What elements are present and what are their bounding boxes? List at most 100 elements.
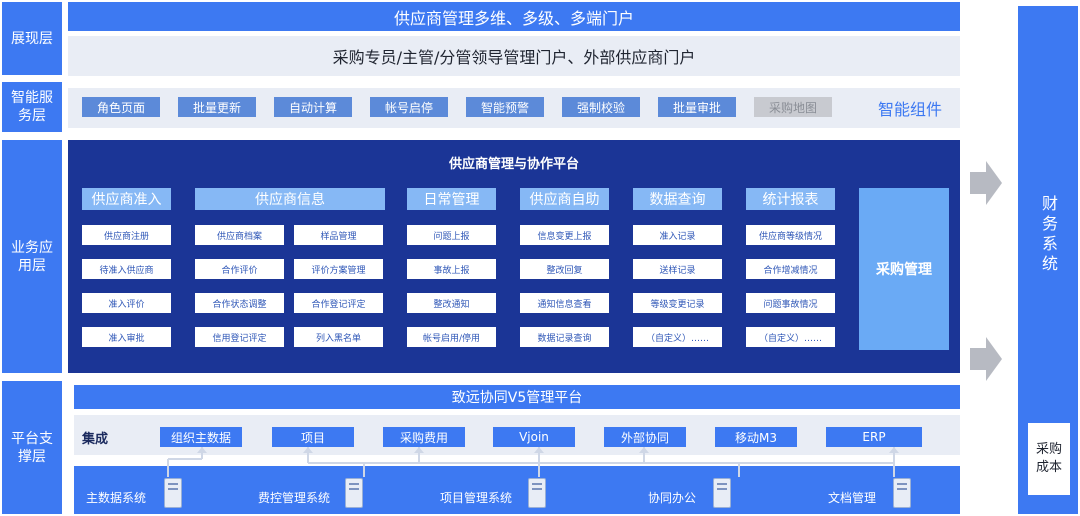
module-item-label: 信用登记评定 [212, 333, 267, 344]
system-label-document-management: 文档管理 [828, 488, 888, 506]
integration-label-text: 集成 [82, 431, 109, 447]
integration-chip-label: 组织主数据 [170, 430, 231, 445]
integration-chip-erp: ERP [826, 427, 922, 447]
arrow-to-finance-lower-body [970, 348, 986, 370]
smart-chip-procurement-map: 采购地图 [754, 97, 832, 117]
platform-layer-text: 平台支撑层 [11, 430, 53, 465]
smart-chip-smart-alert: 智能预警 [466, 97, 544, 117]
system-label-text: 文档管理 [828, 490, 877, 505]
module-head-supplier-self-service: 供应商自助 [520, 188, 609, 210]
presentation-layer-text: 展现层 [11, 30, 53, 47]
portal-banner-text: 供应商管理多维、多级、多端门户 [393, 8, 634, 28]
smart-chip-label: 自动计算 [288, 100, 337, 115]
module-item-label: 评价方案管理 [311, 265, 366, 276]
module-head-label: 数据查询 [649, 192, 706, 208]
module-item-label: 帐号启用/停用 [422, 333, 481, 344]
module-item: 通知信息查看 [520, 293, 609, 313]
module-item: 信用登记评定 [195, 327, 284, 347]
module-item-label: 合作登记评定 [311, 299, 366, 310]
procurement-cost-box: 采购成本 [1028, 423, 1070, 495]
system-label-project-management: 项目管理系统 [440, 488, 530, 506]
module-item: 合作状态调整 [195, 293, 284, 313]
finance-system-label: 财务系统 [1018, 180, 1078, 290]
module-item-label: 送样记录 [659, 265, 696, 276]
smart-chip-label: 强制校验 [576, 100, 625, 115]
smart-chip-label: 批量审批 [672, 100, 721, 115]
business-platform-title: 供应商管理与协作平台 [68, 152, 960, 172]
business-layer-label: 业务应用层 [2, 140, 62, 373]
module-head-label: 供应商自助 [529, 192, 600, 208]
smart-chip-account-toggle: 帐号启停 [370, 97, 448, 117]
arrow-to-finance-upper-body [970, 172, 986, 194]
server-icon [164, 478, 182, 508]
module-item: 信息变更上报 [520, 225, 609, 245]
module-item-label: 样品管理 [320, 231, 357, 242]
module-item: 准入记录 [633, 225, 722, 245]
v5-platform-banner: 致远协同V5管理平台 [74, 385, 960, 409]
integration-chip-project: 项目 [272, 427, 354, 447]
server-icon [345, 478, 363, 508]
module-item: （自定义）…… [633, 327, 722, 347]
smart-chip-force-validate: 强制校验 [562, 97, 640, 117]
module-item: 整改通知 [407, 293, 496, 313]
smart-chip-label: 批量更新 [192, 100, 241, 115]
integration-chip-mobile-m3: 移动M3 [715, 427, 797, 447]
module-item-label: 等级变更记录 [650, 299, 705, 310]
smart-chip-role-page: 角色页面 [82, 97, 160, 117]
module-item: 合作增减情况 [746, 259, 835, 279]
integration-chip-label: 外部协同 [620, 430, 669, 445]
server-icon [893, 478, 911, 508]
module-item-label: 整改通知 [433, 299, 470, 310]
smart-component-caption-text: 智能组件 [878, 100, 943, 119]
procurement-management-box: 采购管理 [859, 188, 949, 350]
module-item-label: 通知信息查看 [537, 299, 592, 310]
module-head-supplier-info: 供应商信息 [195, 188, 385, 210]
integration-chip-label: 项目 [300, 430, 325, 445]
smart-chip-label: 采购地图 [768, 100, 817, 115]
smart-service-layer-text: 智能服务层 [11, 90, 53, 124]
module-item: 供应商等级情况 [746, 225, 835, 245]
module-item-label: （自定义）…… [645, 333, 709, 344]
module-item-label: 信息变更上报 [537, 231, 592, 242]
module-head-supplier-access: 供应商准入 [82, 188, 171, 210]
module-head-data-query: 数据查询 [633, 188, 722, 210]
module-head-label: 统计报表 [762, 192, 819, 208]
connector-lines [167, 447, 899, 477]
smart-chip-label: 帐号启停 [384, 100, 433, 115]
smart-chip-label: 角色页面 [96, 100, 145, 115]
integration-label: 集成 [82, 427, 122, 447]
module-item-label: 问题事故情况 [763, 299, 818, 310]
system-label-text: 费控管理系统 [258, 490, 331, 505]
arrow-to-finance-lower [986, 337, 1002, 381]
business-layer-text: 业务应用层 [11, 239, 53, 274]
server-icon [528, 478, 546, 508]
module-head-label: 供应商信息 [255, 192, 325, 208]
system-label-collaborative-office: 协同办公 [648, 488, 708, 506]
module-item: 评价方案管理 [294, 259, 383, 279]
smart-component-caption: 智能组件 [878, 96, 958, 120]
module-item-label: 合作增减情况 [763, 265, 818, 276]
module-item-label: 供应商等级情况 [758, 231, 822, 242]
module-item: 事故上报 [407, 259, 496, 279]
module-item-label: 准入评价 [108, 299, 145, 310]
module-item: 合作登记评定 [294, 293, 383, 313]
module-item: 问题上报 [407, 225, 496, 245]
portal-subtitle-text: 采购专员/主管/分管领导管理门户、外部供应商门户 [332, 48, 696, 67]
module-item-label: 供应商档案 [216, 231, 262, 242]
procurement-management-text: 采购管理 [876, 262, 932, 278]
module-item: 问题事故情况 [746, 293, 835, 313]
module-item: 列入黑名单 [294, 327, 383, 347]
platform-layer-label: 平台支撑层 [2, 381, 62, 514]
server-icon [713, 478, 731, 508]
integration-chip-procurement-cost: 采购费用 [383, 427, 465, 447]
smart-chip-auto-calc: 自动计算 [274, 97, 352, 117]
module-item-label: 事故上报 [433, 265, 470, 276]
integration-chip-label: ERP [862, 430, 886, 444]
module-item: 整改回复 [520, 259, 609, 279]
integration-chip-external-collab: 外部协同 [604, 427, 686, 447]
presentation-layer-label: 展现层 [2, 2, 62, 75]
module-head-statistics-report: 统计报表 [746, 188, 835, 210]
module-head-label: 供应商准入 [91, 192, 162, 208]
v5-platform-banner-text: 致远协同V5管理平台 [451, 390, 583, 406]
module-item: 样品管理 [294, 225, 383, 245]
